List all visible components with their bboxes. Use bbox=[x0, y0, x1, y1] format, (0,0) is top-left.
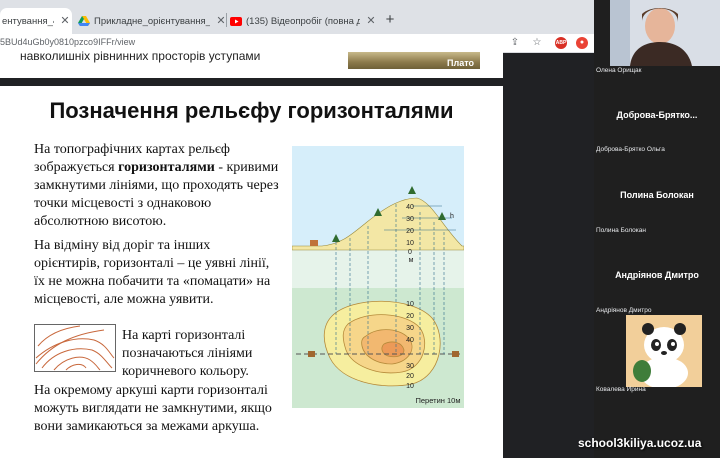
participant-face bbox=[610, 0, 720, 66]
profile-unit: м bbox=[409, 257, 414, 264]
profile-tick: 10 bbox=[406, 240, 414, 247]
youtube-icon bbox=[230, 16, 242, 26]
paragraph-definition: На топографічних картах рельєф зображуєт… bbox=[34, 141, 279, 231]
previous-slide-text: навколишніх рівнинних просторів уступами bbox=[20, 49, 261, 63]
house-icon-map bbox=[308, 351, 315, 357]
paragraph-brown-color: На карті горизонталі позначаються лініям… bbox=[122, 328, 253, 379]
participant-name: Олена Орищак bbox=[596, 67, 642, 74]
profile-tick: 20 bbox=[406, 228, 414, 235]
tab-presentation-3[interactable]: Прикладне_орієнтування_3.ppt ✕ bbox=[78, 8, 228, 34]
house-icon-map bbox=[452, 351, 459, 357]
house-icon bbox=[310, 240, 318, 246]
map-tick: 20 bbox=[406, 313, 414, 320]
participant-name: Андріянов Дмитро bbox=[596, 307, 652, 314]
tab-title: (135) Відеопробіг (повна дисте bbox=[246, 15, 360, 27]
term-contour-lines: горизонталями bbox=[118, 160, 215, 175]
adblock-extension-icon[interactable]: ABP bbox=[555, 37, 567, 49]
plateau-photo-label: Плато bbox=[447, 58, 474, 68]
browser-tab-bar: ентування_4.ppt ✕ Прикладне_орієнтування… bbox=[0, 0, 594, 34]
paragraph-sheet-edge: На окремому аркуші карти горизонталі мож… bbox=[34, 383, 272, 434]
profile-tick: 40 bbox=[406, 204, 414, 211]
new-tab-button[interactable]: + bbox=[380, 10, 400, 30]
participant-tile-name: Полина Болокан bbox=[620, 190, 694, 200]
tab-title: Прикладне_орієнтування_3.ppt bbox=[94, 15, 210, 27]
contour-diagram: 40 30 20 10 0 м h 10 20 30 40 30 20 10 П… bbox=[292, 146, 464, 408]
close-tab-icon[interactable]: ✕ bbox=[364, 14, 378, 28]
profile-tick: 0 bbox=[408, 249, 412, 256]
bookmark-star-icon[interactable]: ☆ bbox=[530, 36, 544, 50]
url-field[interactable]: 5BUd4uGb0y0810pzco9IFFr/view bbox=[0, 37, 135, 47]
slide-title: Позначення рельєфу горизонталями bbox=[49, 98, 454, 123]
height-interval-label: h bbox=[450, 213, 454, 220]
map-tick: 40 bbox=[406, 337, 414, 344]
participant-tile-name: Андріянов Дмитро bbox=[615, 270, 699, 280]
paragraph-imaginary-lines: На відміну від доріг та інших орієнтирів… bbox=[34, 238, 271, 307]
tab-title: ентування_4.ppt bbox=[2, 15, 54, 27]
tab-separator bbox=[226, 13, 227, 27]
participant-video-olena[interactable] bbox=[610, 0, 720, 66]
map-tick: 20 bbox=[406, 373, 414, 380]
extension-icon[interactable]: ● bbox=[576, 37, 588, 49]
share-icon[interactable]: ⇪ bbox=[508, 36, 522, 50]
plateau-photo: Плато bbox=[348, 52, 480, 69]
previous-slide: навколишніх рівнинних просторів уступами… bbox=[0, 49, 503, 78]
contour-interval-label: Перетин 10м bbox=[415, 396, 460, 405]
participant-name: Ковалева Ирина bbox=[596, 386, 646, 393]
profile-tick: 30 bbox=[406, 216, 414, 223]
participant-name: Доброва-Брятко Ольга bbox=[596, 146, 665, 153]
map-tick: 30 bbox=[406, 363, 414, 370]
participant-tile-name: Доброва-Брятко... bbox=[616, 110, 698, 120]
map-tick: 10 bbox=[406, 383, 414, 390]
site-watermark: school3kiliya.ucoz.ua bbox=[578, 436, 702, 450]
participants-panel: Олена Орищак Доброва-Брятко... Доброва-Б… bbox=[594, 0, 720, 458]
participant-name: Полина Болокан bbox=[596, 227, 646, 234]
tab-presentation-4[interactable]: ентування_4.ppt ✕ bbox=[0, 8, 72, 34]
current-slide: Позначення рельєфу горизонталями На топо… bbox=[0, 86, 503, 458]
close-tab-icon[interactable]: ✕ bbox=[58, 14, 72, 28]
tab-youtube[interactable]: (135) Відеопробіг (повна дисте ✕ bbox=[230, 8, 378, 34]
map-tick: 30 bbox=[406, 325, 414, 332]
map-tick: 10 bbox=[406, 301, 414, 308]
drive-icon bbox=[78, 16, 90, 26]
participant-avatar-panda[interactable] bbox=[626, 315, 702, 387]
contour-map-thumbnail bbox=[34, 324, 116, 372]
